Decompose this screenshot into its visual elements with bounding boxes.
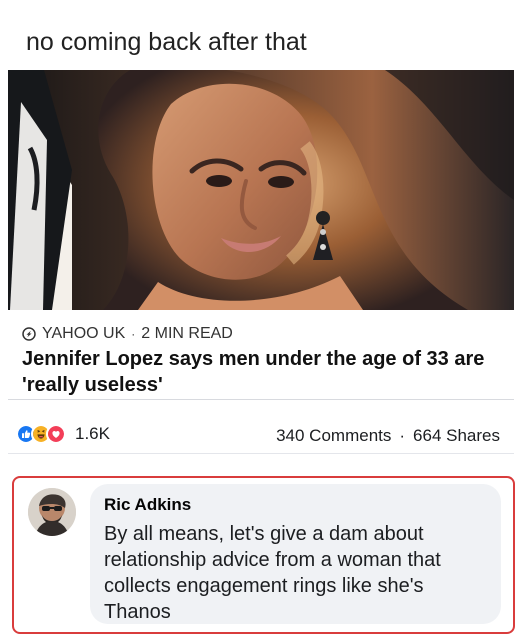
avatar[interactable] bbox=[28, 488, 76, 536]
highlighted-comment: Ric Adkins By all means, let's give a da… bbox=[12, 476, 515, 634]
article-link-card[interactable]: YAHOO UK · 2 MIN READ Jennifer Lopez say… bbox=[8, 70, 514, 400]
post-engagement-bar: 1.6K 340 Comments · 664 Shares bbox=[8, 410, 514, 454]
love-reaction-icon[interactable] bbox=[46, 424, 66, 444]
jennifer-lopez-photo-icon bbox=[8, 70, 514, 310]
article-source: YAHOO UK bbox=[42, 325, 126, 342]
yahoo-source-icon bbox=[22, 327, 36, 341]
comment-share-counts: 340 Comments · 664 Shares bbox=[276, 426, 500, 446]
engagement-separator: · bbox=[399, 426, 406, 445]
profile-avatar-icon bbox=[28, 488, 76, 536]
comment-author-name[interactable]: Ric Adkins bbox=[104, 494, 487, 516]
article-read-time: 2 MIN READ bbox=[141, 325, 233, 342]
source-separator: · bbox=[131, 327, 136, 341]
comment-text: By all means, let's give a dam about rel… bbox=[104, 523, 441, 623]
comment-bubble: Ric Adkins By all means, let's give a da… bbox=[90, 484, 501, 624]
article-source-row: YAHOO UK · 2 MIN READ bbox=[22, 324, 233, 344]
facebook-post-screenshot: no coming back after that YAHOO UK · 2 M… bbox=[0, 0, 522, 640]
comments-count-link[interactable]: 340 Comments bbox=[276, 426, 391, 446]
article-thumbnail[interactable] bbox=[8, 70, 514, 310]
reaction-count[interactable]: 1.6K bbox=[75, 424, 110, 444]
shares-count-link[interactable]: 664 Shares bbox=[413, 426, 500, 446]
article-headline[interactable]: Jennifer Lopez says men under the age of… bbox=[22, 346, 508, 398]
post-caption: no coming back after that bbox=[26, 28, 307, 56]
reaction-summary[interactable]: 1.6K bbox=[16, 424, 110, 444]
